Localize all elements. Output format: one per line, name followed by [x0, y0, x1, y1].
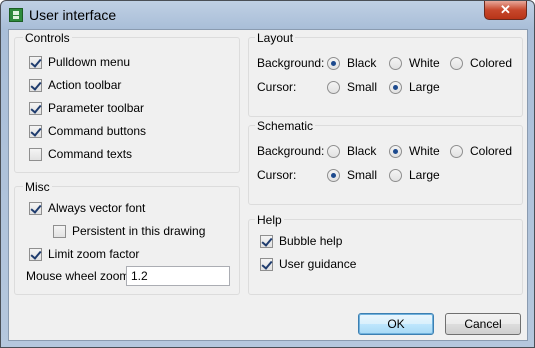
always-vector-font-label: Always vector font — [48, 201, 146, 215]
schematic-group-title: Schematic — [255, 119, 316, 133]
schematic-background-black-label: Black — [347, 144, 377, 158]
command-buttons-checkbox-row[interactable]: Command buttons — [29, 124, 146, 138]
layout-group: Layout Background: Black White Colored C… — [248, 31, 523, 117]
layout-background-white-radio-row[interactable]: White — [389, 56, 440, 70]
layout-background-label: Background: — [257, 56, 325, 70]
user-guidance-label: User guidance — [279, 257, 357, 271]
schematic-cursor-small-label: Small — [347, 168, 378, 182]
dialog-client-area: Controls Pulldown menu Action toolbar Pa… — [8, 29, 528, 341]
pulldown-menu-label: Pulldown menu — [48, 55, 131, 69]
pulldown-menu-checkbox[interactable] — [29, 55, 42, 69]
schematic-background-black-radio[interactable] — [327, 144, 340, 158]
action-toolbar-checkbox-row[interactable]: Action toolbar — [29, 78, 121, 92]
command-texts-checkbox[interactable] — [29, 147, 42, 161]
schematic-cursor-small-radio-row[interactable]: Small — [327, 168, 377, 182]
schematic-background-colored-radio[interactable] — [450, 144, 463, 158]
close-button[interactable]: ✕ — [484, 1, 527, 20]
schematic-background-colored-label: Colored — [470, 144, 513, 158]
user-interface-dialog: User interface ✕ Controls Pulldown menu … — [0, 0, 535, 348]
schematic-background-black-radio-row[interactable]: Black — [327, 144, 376, 158]
layout-cursor-small-radio[interactable] — [327, 80, 340, 94]
schematic-background-colored-radio-row[interactable]: Colored — [450, 144, 512, 158]
schematic-group: Schematic Background: Black White Colore… — [248, 119, 523, 205]
layout-cursor-label: Cursor: — [257, 80, 297, 94]
misc-group-title: Misc — [23, 180, 52, 194]
parameter-toolbar-checkbox-row[interactable]: Parameter toolbar — [29, 101, 144, 115]
schematic-background-white-radio[interactable] — [389, 144, 402, 158]
layout-background-black-radio[interactable] — [327, 56, 340, 70]
schematic-cursor-small-radio[interactable] — [327, 168, 340, 182]
schematic-cursor-large-label: Large — [409, 168, 440, 182]
layout-cursor-large-label: Large — [409, 80, 440, 94]
command-texts-label: Command texts — [48, 147, 133, 161]
persistent-checkbox[interactable] — [53, 224, 66, 238]
app-icon — [9, 8, 23, 22]
mouse-wheel-zoom-label: Mouse wheel zoom — [26, 269, 130, 283]
cancel-button[interactable]: Cancel — [445, 313, 521, 335]
pulldown-menu-checkbox-row[interactable]: Pulldown menu — [29, 55, 130, 69]
window-title: User interface — [29, 7, 117, 23]
bubble-help-checkbox-row[interactable]: Bubble help — [260, 234, 342, 248]
limit-zoom-label: Limit zoom factor — [48, 247, 140, 261]
misc-group: Misc Always vector font Persistent in th… — [14, 180, 240, 295]
layout-background-colored-label: Colored — [470, 56, 513, 70]
schematic-cursor-large-radio-row[interactable]: Large — [389, 168, 440, 182]
controls-group-title: Controls — [23, 31, 72, 45]
layout-cursor-large-radio-row[interactable]: Large — [389, 80, 440, 94]
schematic-background-white-radio-row[interactable]: White — [389, 144, 440, 158]
mouse-wheel-zoom-input[interactable] — [126, 266, 230, 286]
user-guidance-checkbox-row[interactable]: User guidance — [260, 257, 356, 271]
layout-background-colored-radio[interactable] — [450, 56, 463, 70]
always-vector-font-checkbox[interactable] — [29, 201, 42, 215]
persistent-label: Persistent in this drawing — [72, 224, 206, 238]
persistent-checkbox-row[interactable]: Persistent in this drawing — [53, 224, 205, 238]
ok-button[interactable]: OK — [358, 313, 434, 335]
limit-zoom-checkbox-row[interactable]: Limit zoom factor — [29, 247, 139, 261]
help-group: Help Bubble help User guidance — [248, 213, 523, 295]
action-toolbar-checkbox[interactable] — [29, 78, 42, 92]
layout-background-white-radio[interactable] — [389, 56, 402, 70]
parameter-toolbar-label: Parameter toolbar — [48, 101, 145, 115]
controls-group: Controls Pulldown menu Action toolbar Pa… — [14, 31, 240, 173]
layout-background-white-label: White — [409, 56, 440, 70]
layout-group-title: Layout — [255, 31, 296, 45]
user-guidance-checkbox[interactable] — [260, 257, 273, 271]
title-bar[interactable]: User interface ✕ — [1, 1, 534, 29]
layout-background-black-radio-row[interactable]: Black — [327, 56, 376, 70]
layout-background-black-label: Black — [347, 56, 377, 70]
limit-zoom-checkbox[interactable] — [29, 247, 42, 261]
schematic-background-label: Background: — [257, 144, 325, 158]
command-buttons-label: Command buttons — [48, 124, 147, 138]
layout-cursor-small-radio-row[interactable]: Small — [327, 80, 377, 94]
always-vector-font-checkbox-row[interactable]: Always vector font — [29, 201, 145, 215]
layout-cursor-small-label: Small — [347, 80, 378, 94]
command-buttons-checkbox[interactable] — [29, 124, 42, 138]
layout-cursor-large-radio[interactable] — [389, 80, 402, 94]
parameter-toolbar-checkbox[interactable] — [29, 101, 42, 115]
bubble-help-checkbox[interactable] — [260, 234, 273, 248]
schematic-background-white-label: White — [409, 144, 440, 158]
layout-background-colored-radio-row[interactable]: Colored — [450, 56, 512, 70]
action-toolbar-label: Action toolbar — [48, 78, 122, 92]
schematic-cursor-label: Cursor: — [257, 168, 297, 182]
schematic-cursor-large-radio[interactable] — [389, 168, 402, 182]
bubble-help-label: Bubble help — [279, 234, 343, 248]
help-group-title: Help — [255, 213, 284, 227]
command-texts-checkbox-row[interactable]: Command texts — [29, 147, 132, 161]
